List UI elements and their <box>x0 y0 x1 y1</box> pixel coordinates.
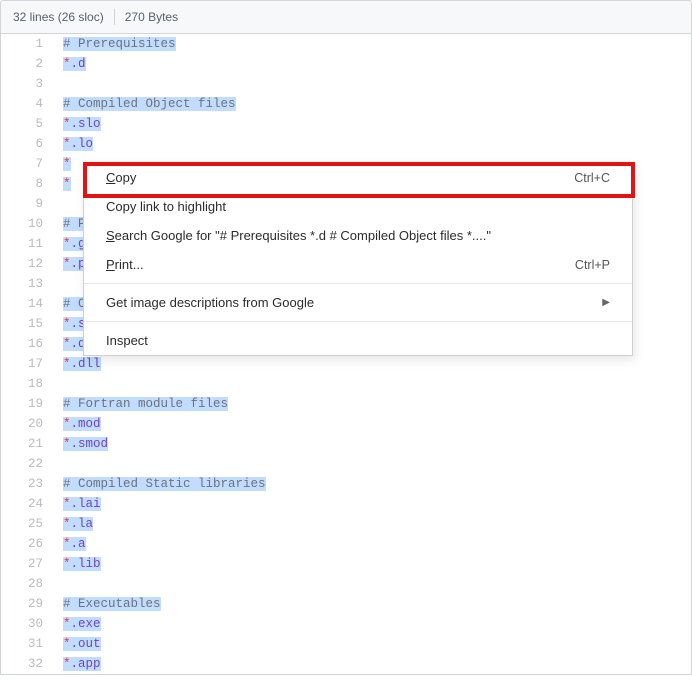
menu-print-label: Print... <box>106 257 144 272</box>
code-line[interactable]: 25*.la <box>1 514 691 534</box>
line-number[interactable]: 21 <box>1 434 53 454</box>
code-line[interactable]: 24*.lai <box>1 494 691 514</box>
code-line[interactable]: 6*.lo <box>1 134 691 154</box>
line-source[interactable] <box>53 74 691 94</box>
code-container: 1# Prerequisites2*.d34# Compiled Object … <box>0 34 692 675</box>
menu-inspect[interactable]: Inspect <box>84 326 632 355</box>
code-line[interactable]: 4# Compiled Object files <box>1 94 691 114</box>
code-line[interactable]: 27*.lib <box>1 554 691 574</box>
separator <box>114 9 115 25</box>
menu-copy[interactable]: Copy Ctrl+C <box>84 163 632 192</box>
line-number[interactable]: 8 <box>1 174 53 194</box>
line-number[interactable]: 9 <box>1 194 53 214</box>
line-number[interactable]: 15 <box>1 314 53 334</box>
code-line[interactable]: 22 <box>1 454 691 474</box>
line-source[interactable]: *.exe <box>53 614 691 634</box>
line-number[interactable]: 27 <box>1 554 53 574</box>
menu-separator <box>84 283 632 284</box>
menu-copy-link-to-highlight[interactable]: Copy link to highlight <box>84 192 632 221</box>
line-number[interactable]: 16 <box>1 334 53 354</box>
line-source[interactable]: *.d <box>53 54 691 74</box>
line-number[interactable]: 6 <box>1 134 53 154</box>
line-number[interactable]: 13 <box>1 274 53 294</box>
line-source[interactable]: *.out <box>53 634 691 654</box>
line-source[interactable]: *.lo <box>53 134 691 154</box>
line-source[interactable]: *.lai <box>53 494 691 514</box>
line-number[interactable]: 29 <box>1 594 53 614</box>
file-bytes: 270 Bytes <box>125 10 178 24</box>
line-source[interactable]: *.slo <box>53 114 691 134</box>
code-line[interactable]: 30*.exe <box>1 614 691 634</box>
line-source[interactable] <box>53 454 691 474</box>
line-source[interactable]: # Compiled Object files <box>53 94 691 114</box>
code-line[interactable]: 3 <box>1 74 691 94</box>
code-line[interactable]: 17*.dll <box>1 354 691 374</box>
line-number[interactable]: 5 <box>1 114 53 134</box>
submenu-arrow-icon: ▶ <box>602 297 610 308</box>
line-source[interactable] <box>53 574 691 594</box>
code-line[interactable]: 21*.smod <box>1 434 691 454</box>
code-line[interactable]: 2*.d <box>1 54 691 74</box>
menu-print-shortcut: Ctrl+P <box>575 258 610 272</box>
menu-search-google[interactable]: Search Google for "# Prerequisites *.d #… <box>84 221 632 250</box>
line-number[interactable]: 32 <box>1 654 53 674</box>
menu-copy-label: Copy <box>106 170 136 185</box>
menu-print[interactable]: Print... Ctrl+P <box>84 250 632 279</box>
line-source[interactable]: *.mod <box>53 414 691 434</box>
line-number[interactable]: 23 <box>1 474 53 494</box>
line-number[interactable]: 25 <box>1 514 53 534</box>
code-line[interactable]: 20*.mod <box>1 414 691 434</box>
line-source[interactable]: *.lib <box>53 554 691 574</box>
line-number[interactable]: 3 <box>1 74 53 94</box>
line-number[interactable]: 17 <box>1 354 53 374</box>
line-number[interactable]: 2 <box>1 54 53 74</box>
menu-copylink-label: Copy link to highlight <box>106 199 226 214</box>
code-line[interactable]: 29# Executables <box>1 594 691 614</box>
code-line[interactable]: 1# Prerequisites <box>1 34 691 54</box>
line-number[interactable]: 30 <box>1 614 53 634</box>
line-number[interactable]: 19 <box>1 394 53 414</box>
line-source[interactable]: # Prerequisites <box>53 34 691 54</box>
line-source[interactable]: # Executables <box>53 594 691 614</box>
line-source[interactable]: # Fortran module files <box>53 394 691 414</box>
line-number[interactable]: 1 <box>1 34 53 54</box>
menu-image-descriptions[interactable]: Get image descriptions from Google ▶ <box>84 288 632 317</box>
line-source[interactable]: *.app <box>53 654 691 674</box>
code-line[interactable]: 26*.a <box>1 534 691 554</box>
code-line[interactable]: 32*.app <box>1 654 691 674</box>
line-number[interactable]: 26 <box>1 534 53 554</box>
line-source[interactable]: *.dll <box>53 354 691 374</box>
file-lines: 32 lines (26 sloc) <box>13 10 104 24</box>
line-source[interactable]: *.la <box>53 514 691 534</box>
code-line[interactable]: 23# Compiled Static libraries <box>1 474 691 494</box>
line-source[interactable] <box>53 374 691 394</box>
line-number[interactable]: 4 <box>1 94 53 114</box>
line-number[interactable]: 7 <box>1 154 53 174</box>
line-number[interactable]: 24 <box>1 494 53 514</box>
line-source[interactable]: *.smod <box>53 434 691 454</box>
code-line[interactable]: 19# Fortran module files <box>1 394 691 414</box>
menu-copy-shortcut: Ctrl+C <box>574 171 610 185</box>
line-number[interactable]: 12 <box>1 254 53 274</box>
menu-imgdesc-label: Get image descriptions from Google <box>106 295 314 310</box>
code-line[interactable]: 18 <box>1 374 691 394</box>
line-number[interactable]: 14 <box>1 294 53 314</box>
line-number[interactable]: 18 <box>1 374 53 394</box>
line-number[interactable]: 28 <box>1 574 53 594</box>
line-number[interactable]: 22 <box>1 454 53 474</box>
menu-search-label: Search Google for "# Prerequisites *.d #… <box>106 228 491 243</box>
file-header: 32 lines (26 sloc) 270 Bytes <box>0 0 692 34</box>
menu-inspect-label: Inspect <box>106 333 148 348</box>
code-line[interactable]: 28 <box>1 574 691 594</box>
context-menu: Copy Ctrl+C Copy link to highlight Searc… <box>83 162 633 356</box>
menu-separator <box>84 321 632 322</box>
line-number[interactable]: 20 <box>1 414 53 434</box>
line-source[interactable]: *.a <box>53 534 691 554</box>
line-number[interactable]: 11 <box>1 234 53 254</box>
code-line[interactable]: 31*.out <box>1 634 691 654</box>
line-number[interactable]: 10 <box>1 214 53 234</box>
line-number[interactable]: 31 <box>1 634 53 654</box>
code-line[interactable]: 5*.slo <box>1 114 691 134</box>
line-source[interactable]: # Compiled Static libraries <box>53 474 691 494</box>
